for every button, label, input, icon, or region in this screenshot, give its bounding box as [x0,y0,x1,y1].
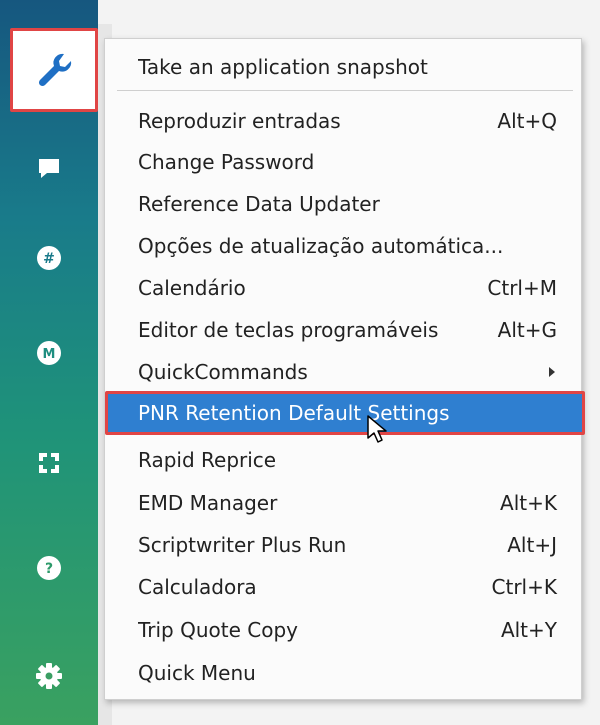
settings-button[interactable] [0,648,98,704]
menu-item-calendario[interactable]: Calendário Ctrl+M [105,268,581,308]
shortcut-label: Ctrl+K [491,575,557,599]
shortcut-label: Alt+K [500,491,557,515]
help-button[interactable]: ? [0,540,98,596]
svg-text:#: # [43,251,55,267]
hash-button[interactable]: # [0,230,98,286]
app-window: # M ? Take an application snapshot Repro… [0,0,600,725]
shortcut-label: Alt+Q [497,109,557,133]
wrench-icon [34,50,74,90]
menu-item-pnr-retention-default-settings[interactable]: PNR Retention Default Settings [105,391,585,435]
menu-item-reproduzir-entradas[interactable]: Reproduzir entradas Alt+Q [105,101,581,141]
tools-button[interactable] [10,28,98,112]
menu-item-rapid-reprice[interactable]: Rapid Reprice [105,440,581,480]
mouse-pointer-icon [366,414,388,444]
m-button[interactable]: M [0,325,98,381]
left-toolbar: # M ? [0,0,98,725]
shortcut-label: Ctrl+M [487,276,557,300]
submenu-arrow-icon [549,367,555,377]
messages-button[interactable] [0,140,98,196]
tools-menu: Take an application snapshot Reproduzir … [104,38,585,700]
chat-icon [35,154,63,182]
menu-item-calculadora[interactable]: Calculadora Ctrl+K [105,567,581,607]
hash-icon: # [35,244,63,272]
refresh-icon [34,448,64,478]
menu-item-trip-quote-copy[interactable]: Trip Quote Copy Alt+Y [105,610,581,650]
menu-item-auto-update-options[interactable]: Opções de atualização automática... [105,226,581,266]
help-icon: ? [35,554,63,582]
menu-item-take-snapshot[interactable]: Take an application snapshot [105,47,581,87]
svg-text:M: M [43,347,56,362]
refresh-button[interactable] [0,435,98,491]
gear-icon [34,661,64,691]
menu-item-editor-teclas[interactable]: Editor de teclas programáveis Alt+G [105,310,581,350]
menu-item-quick-menu[interactable]: Quick Menu [105,653,581,693]
menu-item-emd-manager[interactable]: EMD Manager Alt+K [105,483,581,523]
menu-item-scriptwriter-plus-run[interactable]: Scriptwriter Plus Run Alt+J [105,525,581,565]
shortcut-label: Alt+J [507,533,557,557]
menu-separator [117,90,573,91]
menu-item-reference-data-updater[interactable]: Reference Data Updater [105,184,581,224]
shortcut-label: Alt+Y [500,618,557,642]
background-header [100,0,600,24]
menu-item-change-password[interactable]: Change Password [105,142,581,182]
svg-text:?: ? [45,561,53,577]
menu-item-quickcommands[interactable]: QuickCommands [105,352,581,392]
shortcut-label: Alt+G [497,318,557,342]
m-icon: M [35,339,63,367]
